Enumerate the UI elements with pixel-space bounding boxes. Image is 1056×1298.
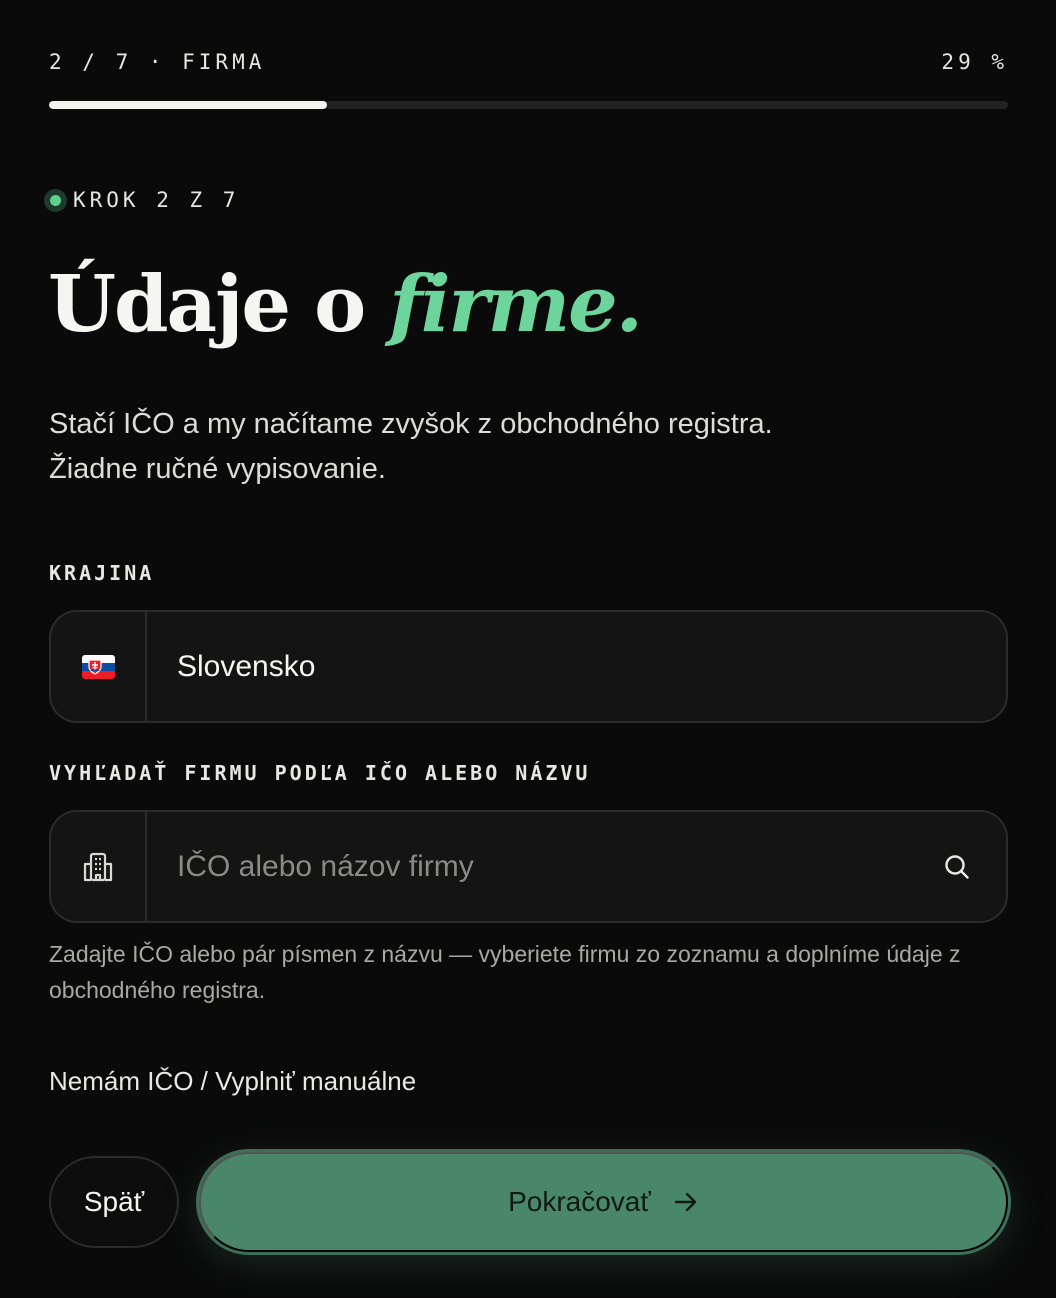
slovakia-flag-icon — [81, 654, 115, 679]
country-value: Slovensko — [177, 649, 316, 683]
continue-button[interactable]: Pokračovať — [199, 1152, 1008, 1252]
progress-bar — [49, 101, 1008, 109]
back-button[interactable]: Späť — [49, 1156, 179, 1248]
status-dot-icon — [44, 188, 67, 212]
company-search-hint: Zadajte IČO alebo pár písmen z názvu — v… — [49, 941, 961, 1003]
company-search-label: VYHĽADAŤ FIRMU PODĽA IČO ALEBO NÁZVU — [49, 761, 591, 785]
progress-bar-fill — [49, 101, 328, 109]
page-description-line: Žiadne ručné vypisovanie. — [49, 453, 386, 485]
company-search-field — [49, 810, 1008, 923]
page-title-main: Údaje o — [48, 259, 390, 350]
step-indicator: KROK 2 Z 7 — [44, 188, 239, 212]
company-search-body — [147, 812, 1006, 921]
manual-entry-link[interactable]: Nemám IČO / Vyplniť manuálne — [49, 1066, 416, 1097]
company-search-input[interactable] — [177, 849, 922, 884]
building-icon-cell — [51, 812, 147, 921]
country-flag-cell — [51, 612, 147, 721]
page-description-line: Stačí IČO a my načítame zvyšok z obchodn… — [49, 408, 773, 440]
country-select[interactable]: Slovensko — [49, 610, 1008, 723]
progress-step-label: 2 / 7 · FIRMA — [49, 50, 266, 74]
onboarding-page: 2 / 7 · FIRMA 29 % KROK 2 Z 7 Údaje o fi… — [0, 0, 1056, 1298]
search-button[interactable] — [922, 812, 992, 921]
progress-percent: 29 % — [941, 50, 1008, 74]
search-icon — [945, 854, 969, 879]
page-title-accent: firme. — [389, 259, 643, 350]
page-description: Stačí IČO a my načítame zvyšok z obchodn… — [49, 402, 949, 492]
page-title: Údaje o firme. — [48, 259, 643, 350]
country-value-cell: Slovensko — [147, 612, 1006, 721]
progress-header: 2 / 7 · FIRMA 29 % — [49, 50, 1008, 74]
building-icon — [83, 852, 113, 881]
step-indicator-label: KROK 2 Z 7 — [73, 188, 240, 212]
country-label: KRAJINA — [49, 561, 155, 585]
continue-button-label: Pokračovať — [508, 1186, 651, 1217]
arrow-right-icon — [674, 1192, 697, 1212]
